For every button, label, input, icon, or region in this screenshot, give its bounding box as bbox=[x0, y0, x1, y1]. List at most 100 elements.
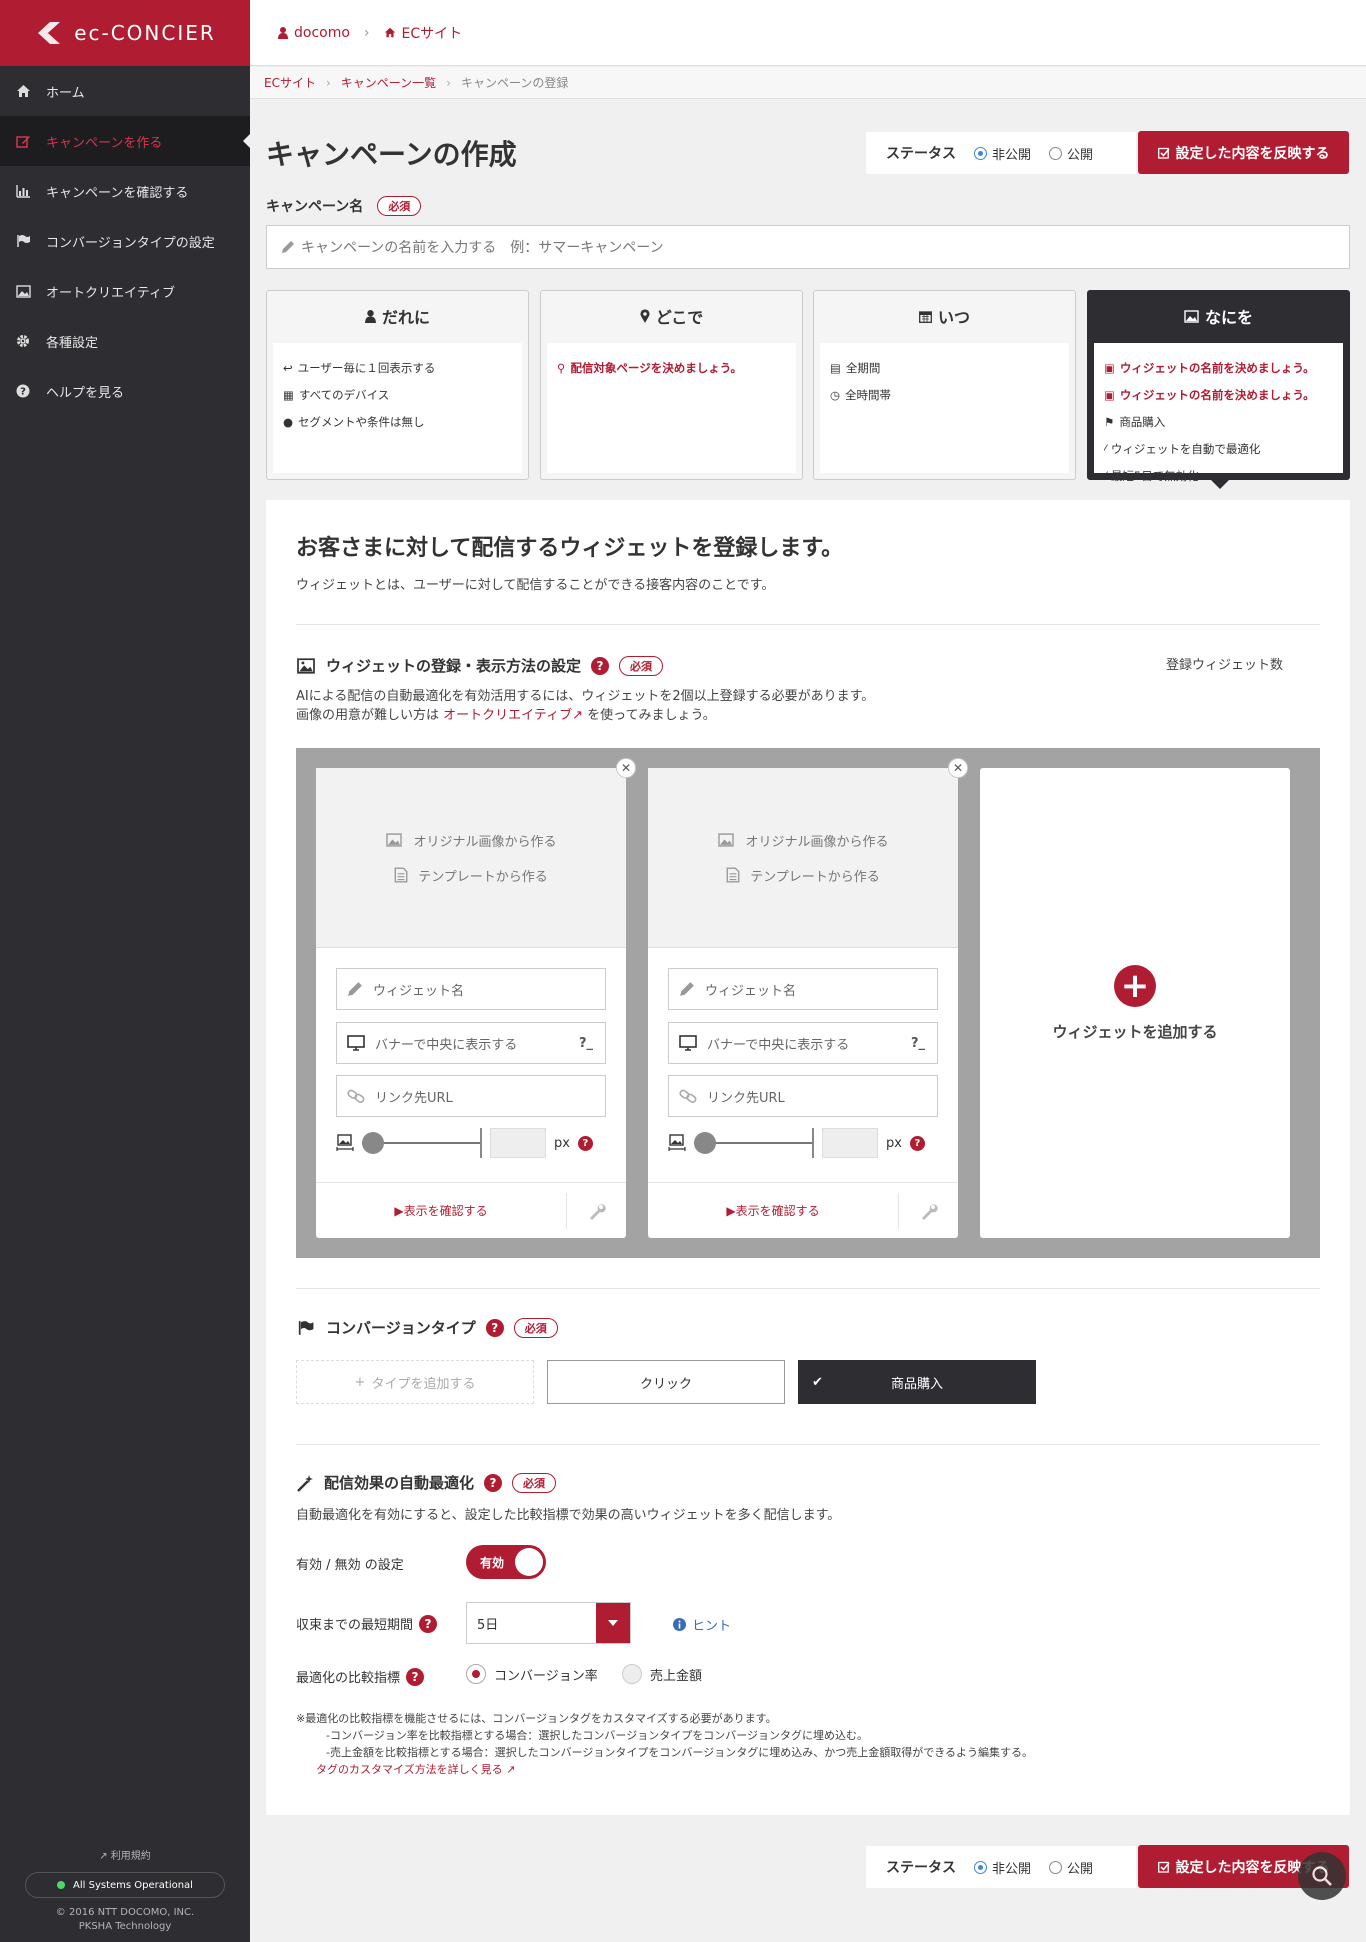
help-icon[interactable]: ? bbox=[577, 1135, 593, 1151]
widget-card: ✕ オリジナル画像から作る テンプレートから作る ウィジェット名 バナーで中央に… bbox=[648, 758, 968, 1238]
step-card-when[interactable]: いつ ▤ 全期間 ◷ 全時間帯 bbox=[813, 290, 1076, 480]
sidebar-item-auto-creative[interactable]: オートクリエイティブ bbox=[0, 266, 250, 316]
radio-selected-icon bbox=[466, 1664, 486, 1684]
wrench-icon[interactable] bbox=[566, 1192, 626, 1229]
calendar-icon bbox=[919, 310, 932, 323]
preview-button[interactable]: ▶表示を確認する bbox=[316, 1202, 566, 1219]
play-icon: ▶ bbox=[394, 1204, 404, 1218]
bar-chart-icon bbox=[14, 183, 32, 199]
map-pin-icon bbox=[640, 309, 650, 323]
display-help-icon[interactable]: ?_ bbox=[579, 1036, 593, 1051]
image-size-slider[interactable] bbox=[362, 1128, 482, 1158]
preview-button[interactable]: ▶表示を確認する bbox=[648, 1202, 898, 1219]
metric-sales-radio[interactable]: 売上金額 bbox=[622, 1664, 702, 1684]
widget-name-input[interactable]: ウィジェット名 bbox=[668, 968, 938, 1010]
display-mode-select[interactable]: バナーで中央に表示する ?_ bbox=[336, 1022, 606, 1064]
help-icon[interactable]: ? bbox=[485, 1318, 504, 1337]
question-icon: ? bbox=[14, 383, 32, 399]
conversion-option-click[interactable]: クリック bbox=[547, 1360, 785, 1404]
monitor-icon bbox=[679, 1035, 697, 1051]
user-icon bbox=[365, 309, 376, 323]
sidebar-item-view-campaign[interactable]: キャンペーンを確認する bbox=[0, 166, 250, 216]
add-conversion-type-button[interactable]: + タイプを追加する bbox=[296, 1360, 534, 1404]
help-icon[interactable]: ? bbox=[419, 1614, 438, 1633]
hint-link[interactable]: ヒント bbox=[673, 1615, 731, 1634]
display-help-icon[interactable]: ?_ bbox=[911, 1036, 925, 1051]
sidebar-item-label: ヘルプを見る bbox=[46, 385, 125, 401]
sidebar-item-label: 各種設定 bbox=[46, 335, 99, 351]
image-size-input[interactable] bbox=[490, 1128, 546, 1158]
widget-name-input[interactable]: ウィジェット名 bbox=[336, 968, 606, 1010]
step-line: ⁄ ウィジェットを自動で最適化 bbox=[1104, 436, 1333, 463]
help-icon[interactable]: ? bbox=[406, 1667, 425, 1686]
section-intro-subtitle: ウィジェットとは、ユーザーに対して配信することができる接客内容のことです。 bbox=[296, 578, 775, 593]
sidebar-item-help[interactable]: ? ヘルプを見る bbox=[0, 366, 250, 416]
image-size-input[interactable] bbox=[822, 1128, 878, 1158]
radio-icon bbox=[1049, 146, 1063, 160]
metric-conversion-rate-radio[interactable]: コンバージョン率 bbox=[466, 1664, 598, 1684]
metric-label: 最適化の比較指標 ? bbox=[296, 1667, 425, 1686]
reply-icon: ↩ bbox=[283, 361, 293, 375]
check-square-icon bbox=[1157, 1861, 1170, 1873]
sidebar-item-create-campaign[interactable]: キャンペーンを作る bbox=[0, 116, 251, 166]
info-icon bbox=[673, 1618, 686, 1631]
breadcrumb-site-link[interactable]: ECサイト bbox=[264, 74, 316, 91]
slider-handle[interactable] bbox=[694, 1132, 716, 1154]
status-private-radio[interactable]: 非公開 bbox=[974, 144, 1031, 163]
status-public-radio[interactable]: 公開 bbox=[1049, 144, 1093, 163]
period-label: 収束までの最短期間 ? bbox=[296, 1614, 438, 1633]
image-icon: ▣ bbox=[1104, 388, 1115, 402]
close-icon[interactable]: ✕ bbox=[948, 758, 968, 778]
zoom-search-icon[interactable] bbox=[1298, 1852, 1346, 1900]
sidebar-item-settings[interactable]: 各種設定 bbox=[0, 316, 250, 366]
create-from-image-button[interactable]: オリジナル画像から作る bbox=[717, 831, 889, 850]
add-widget-button[interactable]: + ウィジェットを追加する bbox=[980, 768, 1290, 1238]
magic-wand-icon: ⁄ bbox=[1104, 469, 1106, 483]
help-icon[interactable]: ? bbox=[591, 656, 610, 675]
document-icon bbox=[394, 867, 408, 883]
slider-handle[interactable] bbox=[362, 1132, 384, 1154]
help-icon[interactable]: ? bbox=[484, 1473, 503, 1492]
grid-icon: ▦ bbox=[283, 388, 294, 402]
page-title: キャンペーンの作成 bbox=[266, 138, 517, 171]
wrench-icon[interactable] bbox=[898, 1192, 958, 1229]
topbar-crumb-site[interactable]: ECサイト bbox=[384, 23, 462, 43]
link-url-input[interactable]: リンク先URL bbox=[668, 1075, 938, 1117]
close-icon[interactable]: ✕ bbox=[616, 758, 636, 778]
auto-creative-link[interactable]: オートクリエイティブ↗ bbox=[443, 708, 583, 723]
app-logo[interactable]: ec-CONCIER bbox=[0, 0, 250, 66]
image-size-slider[interactable] bbox=[694, 1128, 814, 1158]
widget-image-zone: オリジナル画像から作る テンプレートから作る bbox=[316, 768, 626, 948]
display-mode-select[interactable]: バナーで中央に表示する ?_ bbox=[668, 1022, 938, 1064]
topbar-crumb-account[interactable]: docomo bbox=[278, 25, 350, 41]
optimization-toggle[interactable]: 有効 bbox=[466, 1545, 546, 1579]
step-card-what[interactable]: なにを ▣ ウィジェットの名前を決めましょう。 ▣ ウィジェットの名前を決めましょう… bbox=[1087, 290, 1350, 489]
system-status-badge[interactable]: All Systems Operational bbox=[25, 1872, 225, 1898]
apply-settings-button[interactable]: 設定した内容を反映する bbox=[1138, 131, 1349, 174]
campaign-name-input[interactable]: キャンペーンの名前を入力する 例：サマーキャンペーン bbox=[266, 225, 1350, 269]
step-line: ↩ ユーザー毎に１回表示する bbox=[283, 355, 512, 382]
terms-link[interactable]: ↗ 利用規約 bbox=[0, 1847, 250, 1862]
divider bbox=[296, 624, 1320, 625]
copyright: © 2016 NTT DOCOMO, INC. PKSHA Technology bbox=[55, 1907, 195, 1932]
pencil-icon bbox=[348, 982, 362, 996]
create-from-image-button[interactable]: オリジナル画像から作る bbox=[385, 831, 557, 850]
period-select[interactable]: 5日 bbox=[466, 1602, 631, 1644]
help-icon[interactable]: ? bbox=[909, 1135, 925, 1151]
conversion-option-purchase[interactable]: ✔ 商品購入 bbox=[798, 1360, 1036, 1404]
step-card-who[interactable]: だれに ↩ ユーザー毎に１回表示する ▦ すべてのデバイス ● セグメントや条件は無し bbox=[266, 290, 529, 480]
breadcrumb-campaign-list-link[interactable]: キャンペーン一覧 bbox=[341, 74, 436, 91]
toggle-knob bbox=[515, 1548, 543, 1576]
step-head: どこで bbox=[541, 291, 802, 341]
image-icon bbox=[297, 657, 315, 674]
step-card-where[interactable]: どこで ⚲ 配信対象ページを決めましょう。 bbox=[540, 290, 803, 480]
sidebar-item-home[interactable]: ホーム bbox=[0, 66, 250, 116]
sidebar-item-conversion-type[interactable]: コンバージョンタイプの設定 bbox=[0, 216, 250, 266]
link-url-input[interactable]: リンク先URL bbox=[336, 1075, 606, 1117]
create-from-template-button[interactable]: テンプレートから作る bbox=[726, 866, 880, 885]
create-from-template-button[interactable]: テンプレートから作る bbox=[394, 866, 548, 885]
tag-customize-link[interactable]: タグのカスタマイズ方法を詳しく見る ↗ bbox=[296, 1763, 515, 1776]
image-icon bbox=[1184, 309, 1199, 323]
status-public-radio[interactable]: 公開 bbox=[1049, 1858, 1093, 1877]
status-private-radio[interactable]: 非公開 bbox=[974, 1858, 1031, 1877]
